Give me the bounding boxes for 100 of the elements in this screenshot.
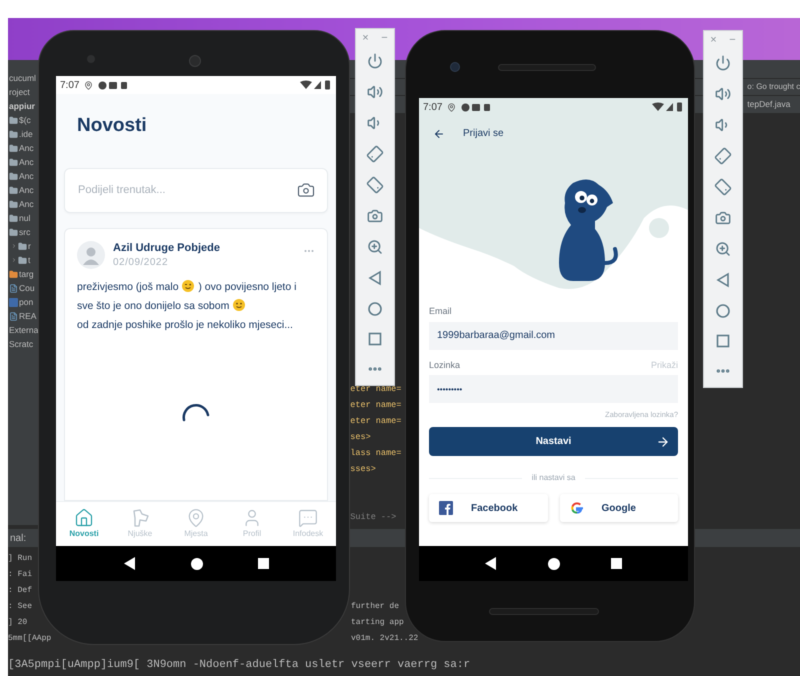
- chat-bubble-icon: [298, 508, 318, 528]
- console-text: tarting app: [351, 617, 404, 629]
- continue-button[interactable]: Nastavi: [429, 427, 678, 456]
- tree-item-label[interactable]: Externa: [9, 324, 38, 336]
- back-arrow-icon[interactable]: [433, 128, 445, 140]
- code-line: eter name=: [350, 384, 402, 394]
- status-time: 7:07: [60, 78, 80, 92]
- tree-item-label[interactable]: nul: [19, 212, 30, 224]
- field-label: Lozinka: [429, 358, 460, 372]
- signal-battery-icons: [652, 102, 684, 112]
- code-line: lass name=: [350, 448, 402, 458]
- tree-item-label[interactable]: src: [19, 226, 30, 238]
- tree-item-label[interactable]: Anc: [19, 142, 34, 154]
- divider-text: ili nastavi sa: [532, 472, 576, 484]
- folder-icon: [9, 270, 18, 278]
- post-text: preživjesmo (još malo: [77, 280, 180, 292]
- volume-up-icon[interactable]: [367, 84, 383, 100]
- tree-item-label[interactable]: Anc: [19, 156, 34, 168]
- tree-item-label[interactable]: cucuml: [9, 72, 36, 84]
- power-icon[interactable]: [367, 52, 383, 68]
- avatar-icon: [77, 240, 105, 268]
- zoom-icon[interactable]: [367, 238, 383, 254]
- maven-icon: [9, 298, 18, 306]
- console-text: [3A5pmpi[uAmpp]ium9[ 3N9omn -Ndoenf-aduelfta usletr vseerr vaerrg sa:r: [8, 658, 470, 673]
- location-icon: [84, 80, 94, 90]
- map-pin-icon: [186, 508, 206, 528]
- console-text: : Fai: [8, 569, 32, 581]
- back-icon[interactable]: [484, 557, 497, 570]
- home-circle-icon[interactable]: [548, 558, 560, 570]
- social-login-button[interactable]: Facebook: [429, 494, 548, 522]
- post-date: 02/09/2022: [113, 256, 170, 270]
- tree-item-label[interactable]: Anc: [19, 198, 34, 210]
- social-login-button[interactable]: Google: [560, 494, 678, 522]
- post-author[interactable]: Azil Udruge Pobjede: [113, 240, 295, 254]
- file-tab[interactable]: tepDef.java: [747, 98, 790, 112]
- console-text: v01m. 2v21..22: [351, 633, 418, 645]
- post-text: od zadnje poshike prošlo je nekoliko mjeseci...: [77, 318, 293, 330]
- camera-icon[interactable]: [715, 210, 731, 226]
- file-icon: [9, 284, 18, 292]
- field-label: Email: [429, 305, 452, 318]
- folder-icon: [9, 144, 18, 152]
- close-button[interactable]: ×: [710, 32, 717, 48]
- camera-icon[interactable]: [367, 208, 383, 224]
- post-text: sve što je ono donijelo sa sobom: [77, 300, 230, 312]
- console-text: : Def: [8, 585, 32, 597]
- tree-item-label[interactable]: $(c: [19, 114, 31, 126]
- console-text: further de: [351, 601, 400, 613]
- tree-item-label[interactable]: r: [28, 240, 31, 252]
- signal-battery-icons: [300, 80, 332, 90]
- tree-item-label[interactable]: t: [28, 254, 30, 266]
- code-line: Suite -->: [350, 512, 396, 522]
- folder-icon: [9, 214, 18, 222]
- folder-icon: [18, 242, 27, 250]
- back-icon[interactable]: [124, 557, 136, 570]
- tree-item-label[interactable]: Cou: [19, 282, 35, 294]
- email-field[interactable]: 1999barbaraa@gmail.com: [429, 322, 678, 350]
- breadcrumb[interactable]: o: Go trought c: [747, 80, 800, 93]
- folder-icon: [9, 116, 18, 124]
- code-line: sses>: [350, 464, 376, 474]
- phone-camera: [450, 62, 460, 72]
- tree-item-label[interactable]: .ide: [19, 128, 33, 140]
- tree-item-label[interactable]: appiur: [9, 100, 35, 112]
- zoom-icon[interactable]: [715, 240, 731, 256]
- folder-icon: [9, 158, 18, 166]
- arrow-right-icon: [656, 434, 670, 449]
- tree-item-label[interactable]: REA: [19, 310, 36, 322]
- tree-item-label[interactable]: roject: [9, 86, 30, 98]
- tree-item-label[interactable]: Anc: [19, 184, 34, 196]
- power-icon[interactable]: [715, 54, 731, 70]
- page-title: Novosti: [76, 114, 147, 138]
- folder-icon: [9, 172, 18, 180]
- password-field[interactable]: •••••••••: [429, 375, 678, 403]
- console-text: 5mm[[AApp: [8, 633, 52, 645]
- tree-item-label[interactable]: Anc: [19, 170, 34, 182]
- notification-icons: [461, 102, 492, 112]
- screen-title: Prijavi se: [463, 127, 504, 141]
- status-time: 7:07: [423, 100, 442, 114]
- notification-icons: [98, 80, 128, 90]
- code-line: ses>: [350, 432, 371, 442]
- folder-icon: [9, 130, 18, 138]
- nav-tab[interactable]: Novosti: [59, 508, 109, 540]
- overview-square-icon[interactable]: [611, 558, 622, 569]
- code-line: eter name=: [350, 416, 402, 426]
- overview-square-icon[interactable]: [258, 558, 268, 569]
- tree-item-label[interactable]: pon: [19, 296, 34, 308]
- tree-item-label[interactable]: targ: [19, 268, 34, 280]
- post-text: ) ovo povijesno ljeto i: [197, 280, 296, 292]
- folder-icon: [18, 256, 27, 264]
- volume-up-icon[interactable]: [715, 86, 731, 102]
- close-button[interactable]: ×: [362, 30, 369, 46]
- winking-face-icon: [182, 280, 194, 292]
- camera-icon[interactable]: [297, 180, 315, 198]
- composer-field[interactable]: Podijeli trenutak...: [64, 168, 328, 212]
- google-logo-icon: [570, 501, 584, 516]
- file-icon: [9, 312, 18, 320]
- console-title: nal:: [10, 532, 26, 546]
- tree-item-label[interactable]: Scratc: [9, 338, 34, 350]
- home-circle-icon[interactable]: [190, 558, 202, 570]
- folder-icon: [9, 186, 18, 194]
- phone-camera: [189, 55, 201, 67]
